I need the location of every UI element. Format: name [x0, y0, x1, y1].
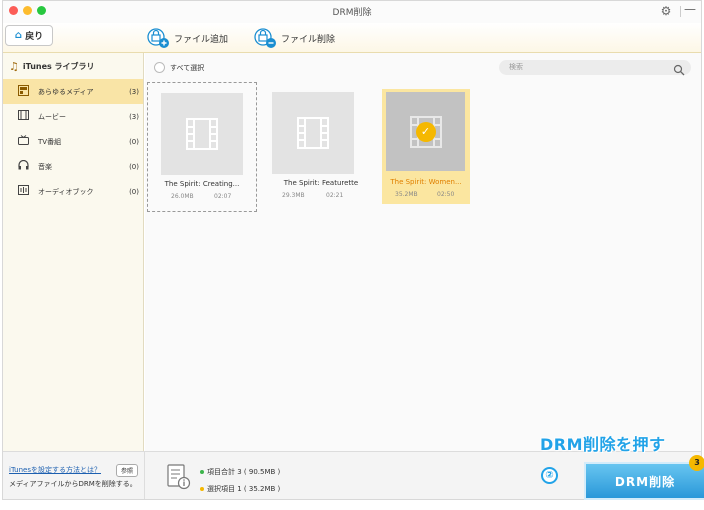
file-duration: 02:07: [214, 193, 232, 200]
sidebar-item-count: (3): [129, 112, 139, 121]
add-file-icon: [147, 28, 169, 48]
sidebar-item-count: (0): [129, 137, 139, 146]
video-thumbnail: [161, 93, 243, 175]
sidebar-item-tv[interactable]: TV番組 (0): [3, 129, 143, 154]
file-size: 35.2MB: [395, 191, 418, 198]
sidebar-item-label: 音楽: [38, 162, 52, 171]
total-items-label: 項目合計 3 ( 90.5MB ): [207, 468, 281, 476]
file-size: 26.0MB: [171, 193, 194, 200]
sidebar-item-label: ムービー: [38, 112, 66, 121]
home-icon: ⌂: [14, 30, 23, 41]
minimize-icon[interactable]: —: [684, 2, 696, 16]
sidebar-item-music[interactable]: 音楽 (0): [3, 154, 143, 179]
itunes-help-link[interactable]: iTunesを設定する方法とは？: [9, 465, 101, 475]
sidebar-item-movies[interactable]: ムービー (3): [3, 104, 143, 129]
audiobook-icon: [18, 185, 34, 198]
library-header: ♫ iTunes ライブラリ: [3, 53, 143, 79]
remove-file-button[interactable]: ファイル削除: [253, 27, 335, 49]
app-window: DRM削除 ⚙ — ⌂ 戻り ファイル追加 ファイル削除 ♫ iTunes ライ…: [2, 0, 702, 500]
file-card[interactable]: The Spirit: Featurette 29.3MB 02:21: [266, 82, 376, 212]
gear-icon[interactable]: ⚙: [659, 4, 673, 18]
sidebar-item-label: あらゆるメディア: [38, 87, 94, 96]
film-icon: [297, 117, 329, 149]
file-card-selected[interactable]: ✓ The Spirit: Women... 35.2MB 02:50: [382, 89, 470, 204]
file-title: The Spirit: Women...: [390, 178, 462, 186]
file-duration: 02:21: [326, 192, 344, 199]
reference-button[interactable]: 参照: [116, 464, 139, 477]
help-note: メディアファイルからDRMを削除する。: [9, 480, 137, 488]
file-duration: 02:50: [437, 191, 455, 198]
file-title: The Spirit: Featurette: [283, 179, 359, 187]
footer-divider: [144, 452, 145, 499]
video-thumbnail: ✓: [386, 92, 465, 171]
add-file-label: ファイル追加: [174, 34, 229, 45]
back-button-label: 戻り: [25, 32, 44, 42]
green-bullet-icon: [200, 470, 204, 474]
video-thumbnail: [272, 92, 354, 174]
yellow-bullet-icon: [200, 487, 204, 491]
select-all-label: すべて選択: [170, 63, 205, 72]
toolbar: ⌂ 戻り ファイル追加 ファイル削除: [3, 23, 701, 53]
remove-drm-button[interactable]: DRM削除: [586, 464, 704, 498]
checkbox-circle[interactable]: [154, 62, 165, 73]
library-header-label: iTunes ライブラリ: [22, 61, 95, 71]
selected-items-label: 選択項目 1 ( 35.2MB ): [207, 485, 281, 493]
selected-items-stat: 選択項目 1 ( 35.2MB ): [200, 484, 280, 494]
film-icon: [18, 110, 34, 123]
sidebar: ♫ iTunes ライブラリ あらゆるメディア (3) ムービー (3) TV番…: [3, 53, 144, 451]
film-icon: [186, 118, 218, 150]
sidebar-item-label: TV番組: [38, 137, 62, 146]
select-all-checkbox[interactable]: すべて選択: [154, 62, 204, 73]
music-note-icon: ♫: [9, 59, 19, 73]
titlebar-divider: [680, 6, 681, 17]
window-title: DRM削除: [332, 8, 372, 18]
remove-file-icon: [254, 28, 276, 48]
file-size: 29.3MB: [282, 192, 305, 199]
sidebar-item-count: (0): [129, 162, 139, 171]
remove-file-label: ファイル削除: [281, 34, 336, 45]
document-info-icon: [167, 464, 191, 490]
file-card[interactable]: The Spirit: Creating... 26.0MB 02:07: [147, 82, 257, 212]
step-number-badge: ②: [541, 467, 558, 484]
title-bar: DRM削除 ⚙ —: [3, 1, 701, 23]
search-input[interactable]: 検索: [499, 60, 691, 76]
tv-icon: [18, 135, 34, 148]
file-count-badge: 3: [689, 455, 704, 471]
file-title: The Spirit: Creating...: [164, 180, 240, 188]
media-icon: [18, 84, 34, 99]
main-panel: すべて選択 検索 The Spirit: Creating... 26.0MB …: [145, 53, 701, 451]
checkmark-icon: ✓: [415, 121, 436, 142]
search-placeholder: 検索: [509, 63, 523, 71]
search-icon[interactable]: [673, 61, 685, 80]
sidebar-item-all-media[interactable]: あらゆるメディア (3): [3, 79, 143, 104]
sidebar-item-count: (3): [129, 87, 139, 96]
instruction-annotation: DRM削除を押す: [540, 435, 666, 454]
headphones-icon: [18, 159, 34, 173]
sidebar-item-audiobooks[interactable]: オーディオブック (0): [3, 179, 143, 204]
back-button[interactable]: ⌂ 戻り: [5, 25, 53, 46]
add-file-button[interactable]: ファイル追加: [146, 27, 228, 49]
sidebar-item-label: オーディオブック: [38, 187, 94, 196]
total-items-stat: 項目合計 3 ( 90.5MB ): [200, 467, 280, 477]
sidebar-item-count: (0): [129, 187, 139, 196]
